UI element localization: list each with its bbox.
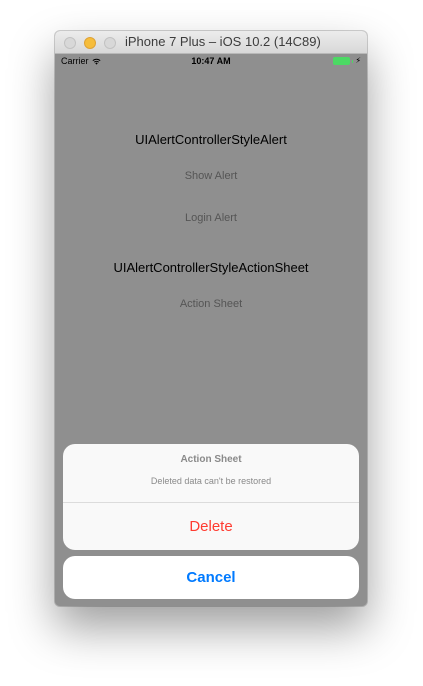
action-sheet-title: Action Sheet — [180, 454, 242, 465]
action-sheet-message: Deleted data can't be restored — [150, 476, 272, 486]
charging-bolt-icon: ⚡︎ — [355, 56, 361, 65]
status-bar: Carrier 10:47 AM ⚡︎ — [55, 54, 367, 70]
action-sheet-group: Action Sheet Deleted data can't be resto… — [63, 444, 359, 550]
login-alert-button[interactable]: Login Alert — [55, 212, 367, 224]
battery-tip — [352, 59, 354, 63]
window-title: iPhone 7 Plus – iOS 10.2 (14C89) — [125, 34, 321, 49]
close-window-button[interactable] — [64, 37, 76, 49]
show-alert-button[interactable]: Show Alert — [55, 170, 367, 182]
minimize-window-button[interactable] — [84, 37, 96, 49]
action-sheet-section-title: UIAlertControllerStyleActionSheet — [113, 260, 309, 275]
delete-button[interactable]: Delete — [63, 503, 359, 550]
zoom-window-button[interactable] — [104, 37, 116, 49]
alert-section-title: UIAlertControllerStyleAlert — [135, 132, 287, 147]
battery-charging-icon: ⚡︎ — [333, 57, 361, 65]
simulator-window: iPhone 7 Plus – iOS 10.2 (14C89) Carrier… — [55, 31, 367, 606]
device-screen: Carrier 10:47 AM ⚡︎ UIAlertControllerSty… — [55, 54, 367, 606]
battery-level — [333, 57, 351, 65]
window-titlebar: iPhone 7 Plus – iOS 10.2 (14C89) — [55, 31, 367, 54]
action-sheet-button[interactable]: Action Sheet — [55, 298, 367, 310]
cancel-button[interactable]: Cancel — [63, 556, 359, 599]
status-time: 10:47 AM — [191, 56, 231, 66]
